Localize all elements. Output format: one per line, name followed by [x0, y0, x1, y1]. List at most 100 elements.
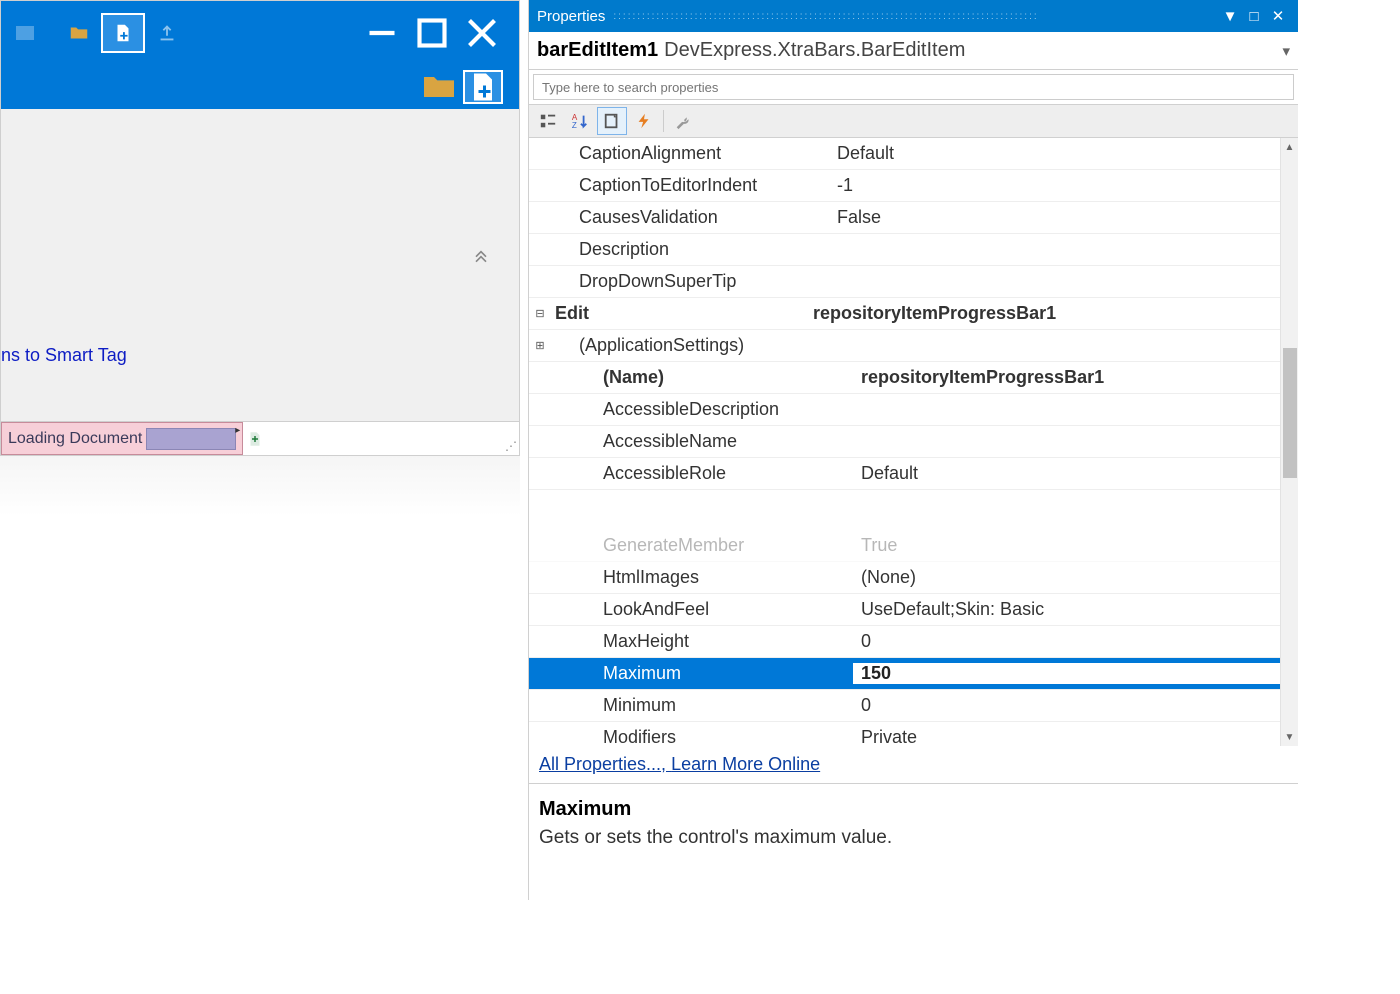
properties-scrollbar[interactable]: ▲ ▼ — [1280, 138, 1298, 746]
property-row[interactable]: ⊟EditrepositoryItemProgressBar1 — [529, 298, 1298, 330]
dropdown-icon[interactable]: ▾ — [1282, 42, 1290, 60]
properties-toolbar: AZ — [529, 104, 1298, 138]
selected-component-type: DevExpress.XtraBars.BarEditItem — [658, 39, 965, 62]
property-name: DropDownSuperTip — [575, 271, 829, 292]
maximize-button[interactable] — [407, 13, 457, 53]
property-name: Modifiers — [599, 727, 853, 746]
property-value[interactable]: repositoryItemProgressBar1 — [853, 367, 1298, 388]
properties-title-text: Properties — [537, 8, 605, 25]
property-name: CausesValidation — [575, 207, 829, 228]
fade-gap — [529, 490, 1298, 530]
learn-more-link[interactable]: Learn More Online — [671, 754, 820, 774]
property-name: LookAndFeel — [599, 599, 853, 620]
property-row[interactable]: AccessibleDescription — [529, 394, 1298, 426]
property-name: AccessibleRole — [599, 463, 853, 484]
new-file-button[interactable] — [101, 13, 145, 53]
smart-tag-glyph-icon[interactable]: ▸ — [235, 425, 240, 436]
open-folder-button[interactable] — [57, 13, 101, 53]
fade-band — [0, 456, 520, 516]
resize-grip-icon[interactable]: ⋰ — [501, 422, 519, 455]
property-value[interactable]: 0 — [853, 695, 1298, 716]
link-separator: , — [661, 754, 671, 774]
designer-statusbar: Loading Document ▸ ⋰ — [1, 421, 519, 455]
property-row[interactable]: CausesValidationFalse — [529, 202, 1298, 234]
property-name: Description — [575, 239, 829, 260]
property-row[interactable]: Minimum0 — [529, 690, 1298, 722]
loading-label: Loading Document — [8, 430, 146, 448]
properties-search-input[interactable] — [542, 80, 1285, 95]
smart-tag-link[interactable]: ns to Smart Tag — [1, 345, 127, 366]
property-row[interactable]: GenerateMemberTrue — [529, 530, 1298, 562]
property-name: HtmlImages — [599, 567, 853, 588]
selected-component-name: barEditItem1 — [537, 39, 658, 62]
property-value[interactable]: (None) — [853, 567, 1298, 588]
designer-titlebar — [1, 1, 519, 65]
property-value[interactable]: False — [829, 207, 1298, 228]
property-row[interactable]: CaptionAlignmentDefault — [529, 138, 1298, 170]
close-button[interactable] — [457, 13, 507, 53]
property-value[interactable]: -1 — [829, 175, 1298, 196]
property-row[interactable]: (Name)repositoryItemProgressBar1 — [529, 362, 1298, 394]
events-button[interactable] — [629, 107, 659, 135]
chevron-up-icon[interactable] — [471, 245, 491, 269]
expand-toggle-icon[interactable]: ⊟ — [529, 307, 551, 320]
property-row[interactable]: AccessibleName — [529, 426, 1298, 458]
property-row[interactable]: AccessibleRoleDefault — [529, 458, 1298, 490]
property-row[interactable]: ModifiersPrivate — [529, 722, 1298, 746]
scroll-down-icon[interactable]: ▼ — [1281, 728, 1298, 746]
property-value[interactable]: 0 — [853, 631, 1298, 652]
properties-titlebar[interactable]: Properties :::::::::::::::::::::::::::::… — [529, 0, 1298, 32]
property-name: MaxHeight — [599, 631, 853, 652]
minimize-button[interactable] — [357, 13, 407, 53]
scrollbar-thumb[interactable] — [1283, 348, 1297, 478]
property-row[interactable]: HtmlImages(None) — [529, 562, 1298, 594]
loading-status-segment[interactable]: Loading Document ▸ — [1, 422, 243, 455]
property-value[interactable]: True — [853, 535, 1298, 556]
categorized-button[interactable] — [533, 107, 563, 135]
designer-window: ns to Smart Tag Loading Document ▸ ⋰ — [0, 0, 520, 456]
description-title: Maximum — [539, 798, 1288, 821]
property-row[interactable]: ⊞ (ApplicationSettings) — [529, 330, 1298, 362]
property-row[interactable]: LookAndFeelUseDefault;Skin: Basic — [529, 594, 1298, 626]
property-value[interactable]: repositoryItemProgressBar1 — [805, 303, 1298, 324]
panel-close-button[interactable]: ✕ — [1266, 7, 1290, 25]
expand-toggle-icon[interactable]: ⊞ — [529, 339, 551, 352]
property-name: Minimum — [599, 695, 853, 716]
panel-menu-button[interactable]: ▼ — [1218, 8, 1242, 25]
property-row[interactable]: Description — [529, 234, 1298, 266]
progress-bar — [146, 428, 236, 450]
property-row[interactable]: DropDownSuperTip — [529, 266, 1298, 298]
component-selector[interactable]: barEditItem1 DevExpress.XtraBars.BarEdit… — [529, 32, 1298, 70]
panel-maximize-button[interactable]: □ — [1242, 8, 1266, 25]
properties-search[interactable] — [533, 74, 1294, 100]
wrench-button[interactable] — [668, 107, 698, 135]
app-icon — [13, 21, 37, 45]
property-name: AccessibleName — [599, 431, 853, 452]
upload-button[interactable] — [145, 13, 189, 53]
properties-panel: Properties :::::::::::::::::::::::::::::… — [528, 0, 1298, 900]
property-row[interactable]: MaxHeight0 — [529, 626, 1298, 658]
property-name: AccessibleDescription — [599, 399, 853, 420]
property-name: CaptionToEditorIndent — [575, 175, 829, 196]
property-name: Maximum — [599, 663, 853, 684]
property-value[interactable]: 150 — [853, 663, 1298, 684]
property-value[interactable]: Default — [829, 143, 1298, 164]
all-properties-link[interactable]: All Properties... — [539, 754, 661, 774]
open-folder-button-2[interactable] — [419, 70, 459, 104]
add-item-button[interactable] — [243, 422, 267, 455]
property-value[interactable]: UseDefault;Skin: Basic — [853, 599, 1298, 620]
designer-ribbon — [1, 65, 519, 109]
property-description: Maximum Gets or sets the control's maxim… — [529, 783, 1298, 863]
property-value[interactable]: Default — [853, 463, 1298, 484]
scroll-up-icon[interactable]: ▲ — [1281, 138, 1298, 156]
new-file-button-2[interactable] — [463, 70, 503, 104]
alphabetical-button[interactable]: AZ — [565, 107, 595, 135]
property-row[interactable]: CaptionToEditorIndent-1 — [529, 170, 1298, 202]
property-value[interactable]: Private — [853, 727, 1298, 746]
svg-text:Z: Z — [572, 121, 577, 130]
property-row[interactable]: Maximum150 — [529, 658, 1298, 690]
property-pages-button[interactable] — [597, 107, 627, 135]
property-name: GenerateMember — [599, 535, 853, 556]
property-name: (ApplicationSettings) — [575, 335, 829, 356]
property-name: Edit — [551, 303, 805, 324]
